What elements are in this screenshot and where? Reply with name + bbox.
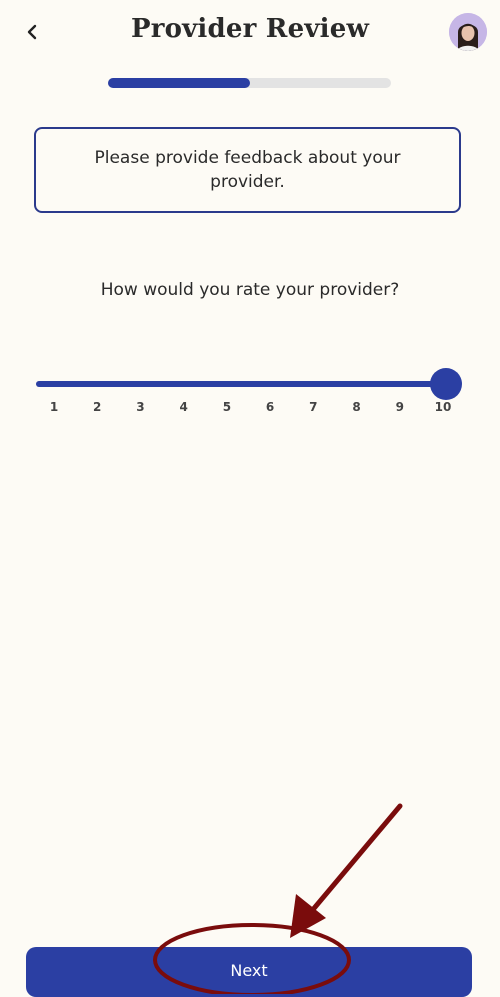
slider-tick-labels: 1 2 3 4 5 6 7 8 9 10: [0, 400, 500, 420]
next-button[interactable]: Next: [26, 947, 472, 997]
slider-fill: [36, 381, 446, 387]
slider-tick-label: 9: [395, 400, 404, 414]
slider-thumb[interactable]: [430, 368, 462, 400]
progress-bar-fill: [108, 78, 250, 88]
app-header: Provider Review: [0, 0, 500, 70]
slider-tick-label: 4: [179, 400, 188, 414]
feedback-prompt-box: Please provide feedback about your provi…: [34, 127, 461, 213]
slider-track: [36, 381, 446, 387]
next-button-label: Next: [230, 960, 268, 980]
annotation-arrow-line: [297, 803, 403, 928]
slider-tick-label: 5: [222, 400, 232, 414]
rating-question: How would you rate your provider?: [100, 280, 400, 300]
progress-bar: [108, 78, 391, 88]
slider-tick-label: 8: [352, 400, 361, 414]
annotation-arrow-head: [290, 894, 326, 938]
user-avatar-icon: [449, 13, 487, 51]
slider-tick-label: 6: [265, 400, 275, 414]
page-title: Provider Review: [130, 14, 370, 44]
slider-tick-label: 10: [434, 400, 452, 414]
slider-tick-label: 1: [49, 400, 59, 414]
slider-tick-label: 7: [309, 400, 318, 414]
feedback-prompt-text: Please provide feedback about your provi…: [94, 148, 401, 192]
slider-tick-label: 3: [136, 400, 145, 414]
slider-tick-label: 2: [93, 400, 102, 414]
avatar[interactable]: [449, 13, 487, 51]
rating-slider[interactable]: [36, 366, 466, 402]
